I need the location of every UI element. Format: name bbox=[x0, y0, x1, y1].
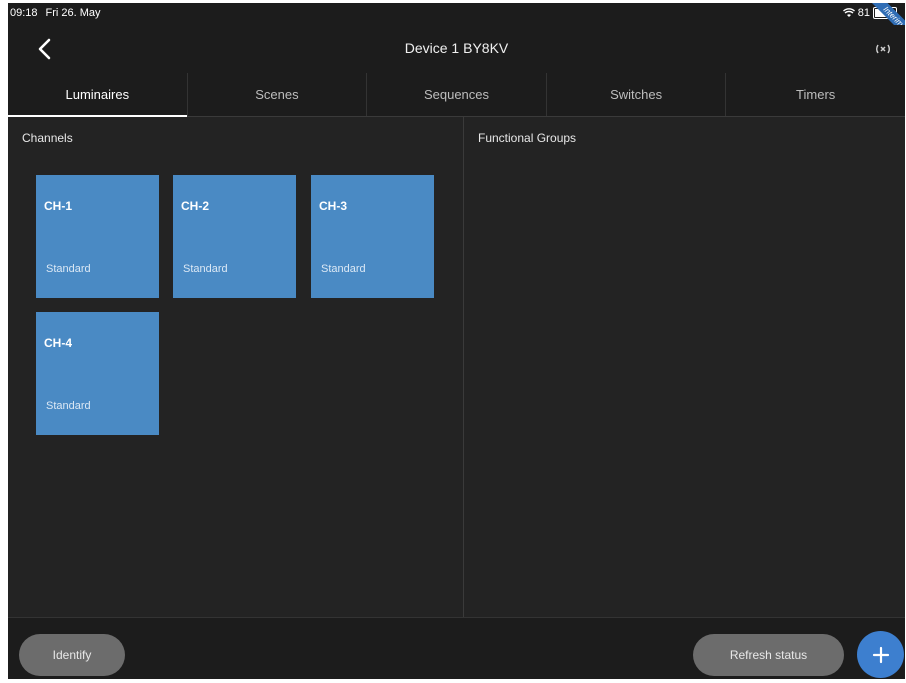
tab-timers[interactable]: Timers bbox=[726, 73, 905, 116]
page-title: Device 1 BY8KV bbox=[404, 40, 509, 56]
plus-icon bbox=[872, 646, 889, 663]
bottom-bar: Identify Refresh status bbox=[8, 617, 905, 679]
status-time-group: 09:18 Fri 26. May bbox=[10, 7, 101, 19]
channels-panel: Channels CH-1 Standard CH-2 Standard CH-… bbox=[8, 117, 462, 617]
status-time: 09:18 bbox=[10, 7, 38, 19]
tab-scenes[interactable]: Scenes bbox=[188, 73, 368, 116]
channel-type: Standard bbox=[46, 263, 91, 275]
status-bar: 09:18 Fri 26. May 81 Interim bbox=[8, 3, 905, 39]
tab-bar: Luminaires Scenes Sequences Switches Tim… bbox=[8, 73, 905, 117]
identify-button[interactable]: Identify bbox=[19, 634, 125, 676]
channel-tile-ch2[interactable]: CH-2 Standard bbox=[173, 175, 296, 298]
channels-title: Channels bbox=[22, 131, 73, 145]
channel-type: Standard bbox=[321, 263, 366, 275]
screen: 09:18 Fri 26. May 81 Interim Device 1 BY… bbox=[0, 0, 906, 683]
channel-name: CH-4 bbox=[44, 336, 73, 350]
wifi-icon bbox=[842, 8, 855, 17]
channel-tile-ch3[interactable]: CH-3 Standard bbox=[311, 175, 434, 298]
functional-groups-panel: Functional Groups bbox=[463, 117, 905, 617]
channel-type: Standard bbox=[46, 400, 91, 412]
tab-sequences[interactable]: Sequences bbox=[367, 73, 547, 116]
refresh-status-button[interactable]: Refresh status bbox=[693, 634, 844, 676]
add-button[interactable] bbox=[857, 631, 904, 678]
app-window: 09:18 Fri 26. May 81 Interim Device 1 BY… bbox=[8, 3, 905, 679]
nfc-off-icon[interactable] bbox=[873, 39, 893, 59]
channel-name: CH-3 bbox=[319, 199, 348, 213]
tab-switches[interactable]: Switches bbox=[547, 73, 727, 116]
status-date: Fri 26. May bbox=[45, 7, 101, 19]
functional-groups-title: Functional Groups bbox=[478, 131, 577, 145]
battery-percent: 81 bbox=[857, 7, 870, 19]
tab-luminaires[interactable]: Luminaires bbox=[8, 73, 188, 117]
header: Device 1 BY8KV bbox=[8, 25, 905, 73]
channel-tile-ch4[interactable]: CH-4 Standard bbox=[36, 312, 159, 435]
channel-name: CH-1 bbox=[44, 199, 73, 213]
channel-type: Standard bbox=[183, 263, 228, 275]
channel-tile-ch1[interactable]: CH-1 Standard bbox=[36, 175, 159, 298]
channel-name: CH-2 bbox=[181, 199, 210, 213]
